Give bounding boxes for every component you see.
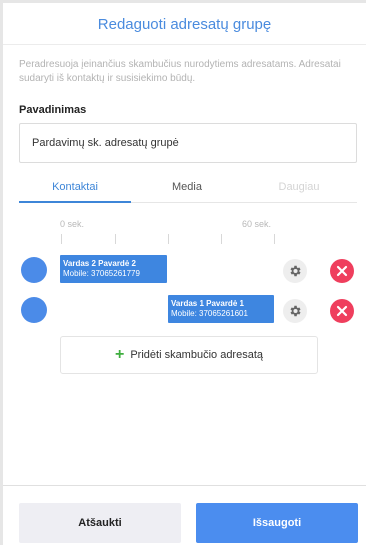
timeline-tick	[274, 234, 275, 244]
timeline-end-label: 60 sek.	[242, 219, 272, 229]
close-icon	[336, 305, 348, 317]
plus-icon: +	[114, 346, 125, 363]
group-name-input[interactable]	[19, 123, 357, 163]
destination-row: Vardas 1 Pavardė 1 Mobile: 37065261601	[3, 295, 366, 323]
destination-settings-button[interactable]	[283, 299, 307, 323]
destination-settings-button[interactable]	[283, 259, 307, 283]
destination-name: Vardas 1 Pavardė 1	[171, 299, 244, 308]
add-destination-button[interactable]: + Pridėti skambučio adresatą	[60, 336, 318, 374]
cancel-button[interactable]: Atšaukti	[19, 503, 181, 543]
destination-remove-button[interactable]	[330, 299, 354, 323]
save-button[interactable]: Išsaugoti	[196, 503, 358, 543]
add-destination-label: Pridėti skambučio adresatą	[130, 349, 264, 361]
tab-bar: Kontaktai Media Daugiau	[19, 173, 357, 203]
gear-icon	[290, 305, 301, 317]
tab-contacts[interactable]: Kontaktai	[19, 173, 131, 203]
close-icon	[336, 265, 348, 277]
dialog-description: Peradresuoja įeinančius skambučius nurod…	[19, 59, 341, 84]
edit-group-dialog: Redaguoti adresatų grupę Peradresuoja įe…	[3, 3, 366, 545]
timeline-start-label: 0 sek.	[60, 219, 85, 229]
avatar[interactable]	[21, 297, 47, 323]
tab-more[interactable]: Daugiau	[243, 173, 355, 203]
destination-remove-button[interactable]	[330, 259, 354, 283]
destination-row: Vardas 2 Pavardė 2 Mobile: 37065261779	[3, 255, 366, 283]
destination-bar[interactable]: Vardas 2 Pavardė 2 Mobile: 37065261779	[60, 255, 167, 283]
timeline-tick	[115, 234, 116, 244]
timeline-tick	[168, 234, 169, 244]
timeline-tick	[221, 234, 222, 244]
tab-media[interactable]: Media	[131, 173, 243, 203]
avatar[interactable]	[21, 257, 47, 283]
dialog-title: Redaguoti adresatų grupę	[97, 16, 272, 33]
dialog-footer: Atšaukti Išsaugoti	[3, 485, 366, 545]
name-label: Pavadinimas	[19, 104, 87, 116]
destination-mobile: Mobile: 37065261601	[171, 309, 248, 318]
destination-bar[interactable]: Vardas 1 Pavardė 1 Mobile: 37065261601	[168, 295, 274, 323]
gear-icon	[290, 265, 301, 277]
timeline-ruler	[61, 234, 275, 244]
destination-name: Vardas 2 Pavardė 2	[63, 259, 136, 268]
destination-mobile: Mobile: 37065261779	[63, 269, 140, 278]
dialog-header: Redaguoti adresatų grupę	[3, 3, 366, 45]
